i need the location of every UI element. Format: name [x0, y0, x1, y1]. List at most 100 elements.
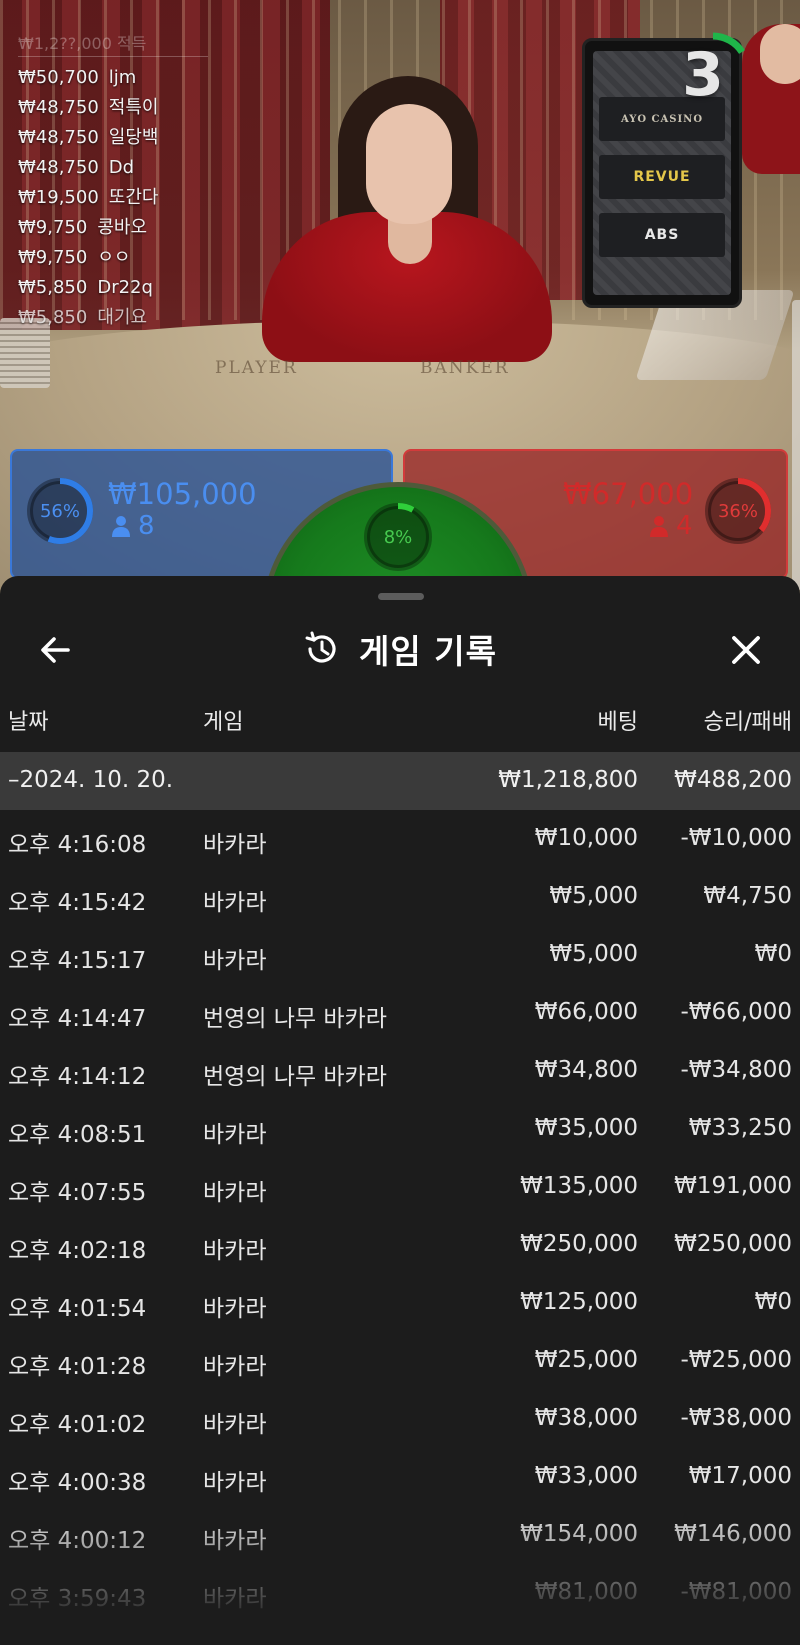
row-bet: ₩10,000: [534, 825, 638, 851]
history-row[interactable]: 오후 4:02:18 바카라 ₩250,000 ₩250,000: [0, 1216, 800, 1274]
arrow-left-icon[interactable]: [36, 630, 76, 670]
bet-feed-row: ₩5,850 대기요: [18, 303, 208, 333]
row-win-loss: ₩191,000: [674, 1173, 792, 1199]
side-scroll-indicator[interactable]: [792, 300, 800, 590]
row-game: 바카라: [203, 1470, 267, 1496]
row-time: 오후 4:15:17: [8, 948, 147, 974]
row-game: 번영의 나무 바카라: [203, 1064, 387, 1090]
title-group: 게임 기록: [0, 614, 800, 684]
row-win-loss: -₩34,800: [680, 1057, 792, 1083]
row-game: 바카라: [203, 1528, 267, 1554]
group-date: –2024. 10. 20.: [8, 767, 174, 793]
side-dealer-head: [760, 24, 800, 84]
history-row[interactable]: 오후 4:00:38 바카라 ₩33,000 ₩17,000: [0, 1448, 800, 1506]
bet-feed-amount: ₩5,850: [18, 277, 88, 298]
history-row[interactable]: 오후 4:16:08 바카라 ₩10,000 -₩10,000: [0, 810, 800, 868]
group-win-total: ₩488,200: [674, 767, 792, 793]
row-bet: ₩66,000: [534, 999, 638, 1025]
row-bet: ₩5,000: [549, 883, 638, 909]
history-row[interactable]: 오후 4:01:02 바카라 ₩38,000 -₩38,000: [0, 1390, 800, 1448]
history-row[interactable]: 오후 4:07:55 바카라 ₩135,000 ₩191,000: [0, 1158, 800, 1216]
history-row[interactable]: 오후 4:15:42 바카라 ₩5,000 ₩4,750: [0, 868, 800, 926]
row-game: 바카라: [203, 1586, 267, 1612]
bet-feed-name: 대기요: [97, 307, 148, 328]
sheet-header: 게임 기록: [0, 614, 800, 684]
column-game: 게임: [203, 710, 244, 735]
player-bettor-count-wrap: 8: [112, 511, 155, 541]
row-win-loss: -₩81,000: [680, 1579, 792, 1605]
history-row[interactable]: 오후 4:08:51 바카라 ₩35,000 ₩33,250: [0, 1100, 800, 1158]
row-time: 오후 4:15:42: [8, 890, 147, 916]
bet-feed-name: ljm: [108, 67, 137, 88]
row-win-loss: -₩66,000: [680, 999, 792, 1025]
row-game: 바카라: [203, 948, 267, 974]
sheet-title: 게임 기록: [359, 632, 497, 671]
row-bet: ₩81,000: [534, 1579, 638, 1605]
column-date: 날짜: [8, 710, 49, 735]
row-game: 바카라: [203, 1354, 267, 1380]
row-bet: ₩154,000: [520, 1521, 638, 1547]
bet-feed-name: 일당백: [108, 127, 159, 148]
banker-bettor-count: 4: [676, 511, 693, 541]
row-time: 오후 4:00:38: [8, 1470, 147, 1496]
history-row[interactable]: 오후 4:14:12 번영의 나무 바카라 ₩34,800 -₩34,800: [0, 1042, 800, 1100]
row-win-loss: ₩0: [754, 1289, 792, 1315]
row-game: 바카라: [203, 832, 267, 858]
row-game: 번영의 나무 바카라: [203, 1006, 387, 1032]
row-game: 바카라: [203, 1122, 267, 1148]
row-bet: ₩35,000: [534, 1115, 638, 1141]
row-win-loss: -₩10,000: [680, 825, 792, 851]
row-bet: ₩38,000: [534, 1405, 638, 1431]
bet-feed-header: ₩1,2??,000 적득: [18, 30, 208, 57]
bet-feed-row: ₩50,700 ljm: [18, 63, 208, 93]
bet-feed-name: Dd: [108, 157, 135, 178]
sponsor-logo: REVUE: [599, 155, 725, 199]
bet-feed-name: ㅇㅇ: [97, 247, 131, 268]
bet-feed-amount: ₩50,700: [18, 67, 99, 88]
bet-feed-name: 콩바오: [97, 217, 148, 238]
player-bet-amount: ₩105,000: [108, 477, 257, 511]
row-win-loss: ₩146,000: [674, 1521, 792, 1547]
bet-feed-amount: ₩9,750: [18, 247, 88, 268]
sheet-drag-handle[interactable]: [378, 593, 424, 600]
bet-feed-name: Dr22q: [97, 277, 153, 298]
row-win-loss: -₩25,000: [680, 1347, 792, 1373]
round-countdown: 3: [672, 30, 754, 112]
bet-feed-name: 적특이: [108, 97, 159, 118]
bet-feed-name: 또간다: [108, 187, 159, 208]
bet-feed-amount: ₩48,750: [18, 157, 99, 178]
row-bet: ₩125,000: [520, 1289, 638, 1315]
bet-feed-row: ₩48,750 일당백: [18, 123, 208, 153]
history-row[interactable]: 오후 4:01:54 바카라 ₩125,000 ₩0: [0, 1274, 800, 1332]
history-row[interactable]: 오후 4:14:47 번영의 나무 바카라 ₩66,000 -₩66,000: [0, 984, 800, 1042]
row-win-loss: -₩38,000: [680, 1405, 792, 1431]
row-time: 오후 4:08:51: [8, 1122, 147, 1148]
row-time: 오후 4:00:12: [8, 1528, 147, 1554]
banker-percent: 36%: [717, 500, 758, 522]
game-history-sheet: 게임 기록 날짜 게임 베팅 승리/패배 –2024. 10. 20. ₩1,2…: [0, 576, 800, 1645]
felt-player-text: PLAYER: [215, 358, 298, 378]
date-group-row[interactable]: –2024. 10. 20. ₩1,218,800 ₩488,200: [0, 752, 800, 810]
row-time: 오후 4:01:02: [8, 1412, 147, 1438]
row-bet: ₩33,000: [534, 1463, 638, 1489]
row-time: 오후 4:02:18: [8, 1238, 147, 1264]
bet-feed-row: ₩48,750 적특이: [18, 93, 208, 123]
row-game: 바카라: [203, 1296, 267, 1322]
column-win-loss: 승리/패배: [703, 710, 792, 735]
history-row[interactable]: 오후 3:59:43 바카라 ₩81,000 -₩81,000: [0, 1564, 800, 1622]
bet-feed-row: ₩9,750 콩바오: [18, 213, 208, 243]
sponsor-logo: ABS: [599, 213, 725, 257]
row-bet: ₩25,000: [534, 1347, 638, 1373]
history-row[interactable]: 오후 4:00:12 바카라 ₩154,000 ₩146,000: [0, 1506, 800, 1564]
close-icon[interactable]: [726, 630, 766, 670]
row-bet: ₩5,000: [549, 941, 638, 967]
history-row[interactable]: 오후 4:15:17 바카라 ₩5,000 ₩0: [0, 926, 800, 984]
bet-feed-amount: ₩9,750: [18, 217, 88, 238]
bet-feed-row: ₩48,750 Dd: [18, 153, 208, 183]
history-icon: [305, 631, 336, 663]
person-icon: [112, 516, 130, 537]
bet-feed-amount: ₩48,750: [18, 127, 99, 148]
player-percent: 56%: [39, 500, 80, 522]
row-win-loss: ₩4,750: [703, 883, 792, 909]
history-row[interactable]: 오후 4:01:28 바카라 ₩25,000 -₩25,000: [0, 1332, 800, 1390]
